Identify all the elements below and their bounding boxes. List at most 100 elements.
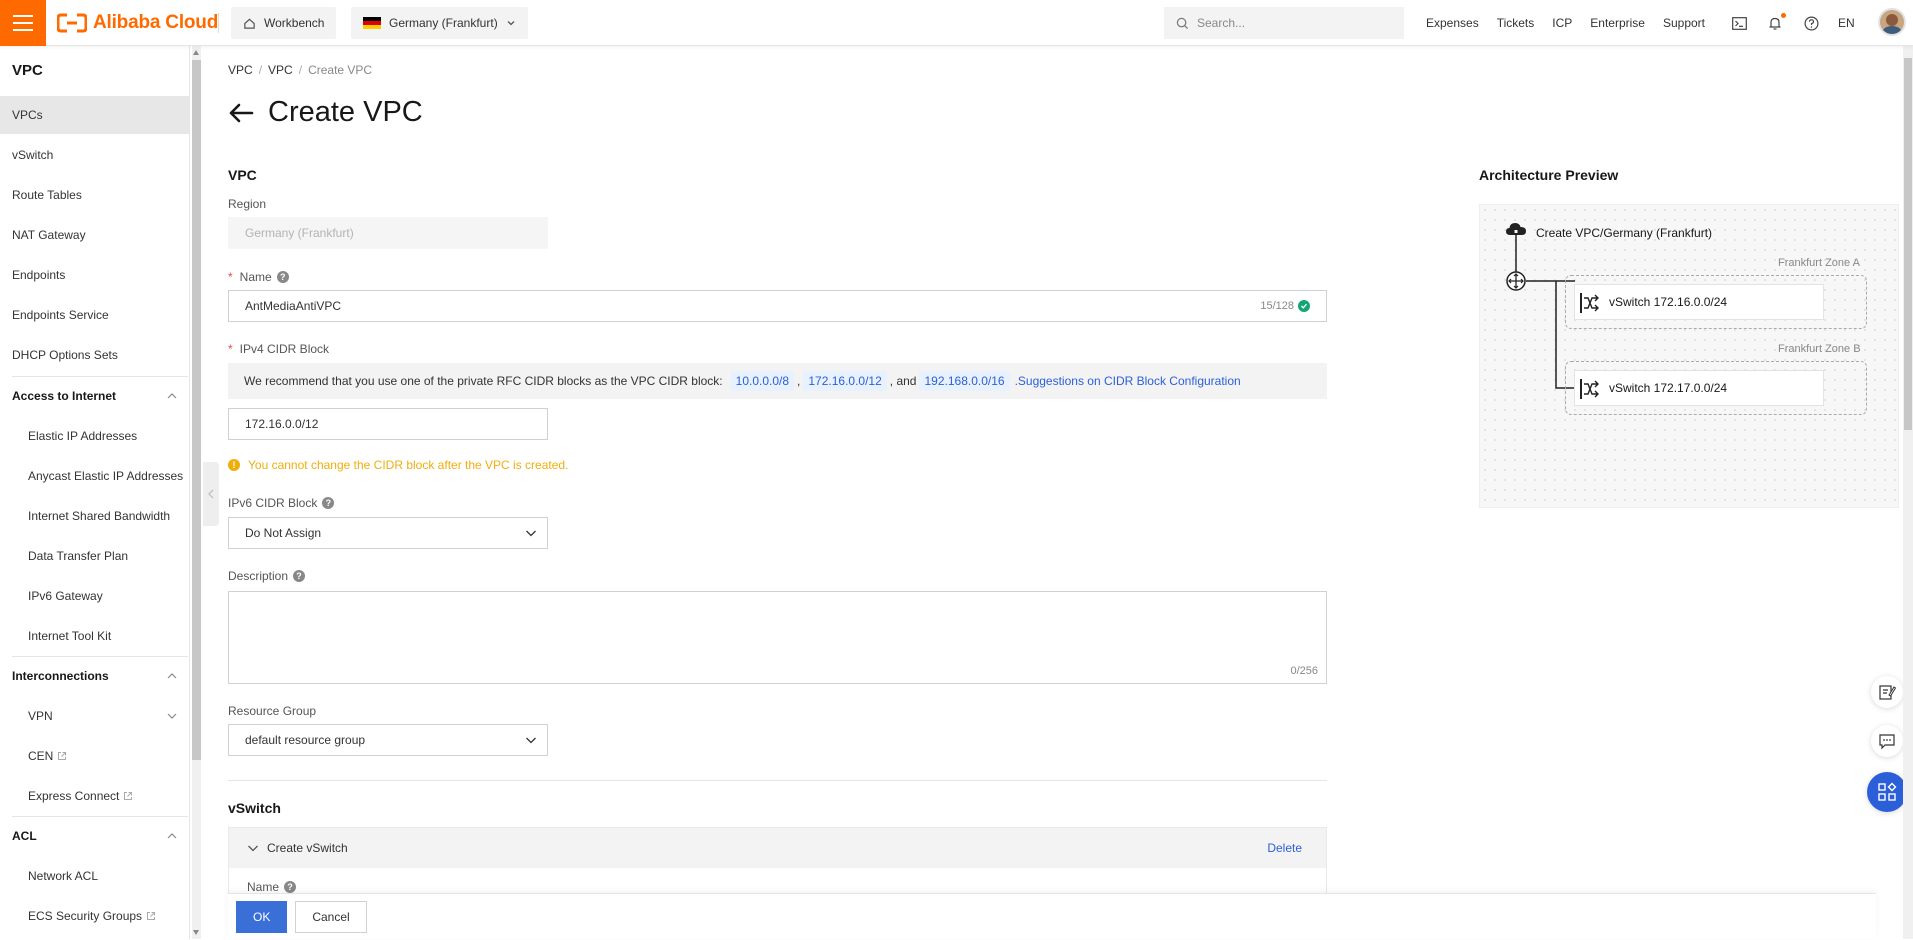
name-input[interactable]: AntMediaAntiVPC 15/128 [228, 290, 1327, 322]
scrollbar-thumb[interactable] [192, 60, 201, 760]
bell-icon[interactable] [1766, 13, 1786, 32]
ok-button[interactable]: OK [236, 900, 288, 933]
workbench-button[interactable]: Workbench [231, 7, 337, 39]
help-icon[interactable]: ? [284, 881, 297, 893]
cidr-suggestions-link[interactable]: .Suggestions on CIDR Block Configuration [1015, 374, 1241, 388]
sidebar-item-vpcs[interactable]: VPCs [0, 96, 189, 134]
ipv4-cidr-input[interactable]: 172.16.0.0/12 [228, 408, 548, 440]
help-icon[interactable]: ? [322, 497, 335, 509]
sidebar-item-vswitch[interactable]: vSwitch [0, 136, 189, 174]
resource-group-label: Resource Group [228, 704, 316, 718]
name-value: AntMediaAntiVPC [245, 299, 342, 313]
sidebar-item-ecs-security-groups[interactable]: ECS Security Groups [0, 897, 189, 935]
chevron-down-icon [526, 737, 536, 744]
scrollbar-thumb[interactable] [1904, 58, 1912, 430]
search-box[interactable] [1164, 7, 1404, 39]
vswitch-node-label: vSwitch 172.16.0.0/24 [1609, 295, 1728, 309]
search-icon [1176, 17, 1189, 29]
back-arrow-icon[interactable] [228, 102, 254, 124]
group-label: Access to Internet [12, 389, 117, 403]
name-label: * Name ? [228, 270, 289, 284]
architecture-preview-title: Architecture Preview [1479, 167, 1619, 183]
region-selector[interactable]: Germany (Frankfurt) [351, 7, 528, 39]
help-icon[interactable] [1802, 14, 1820, 32]
group-label: ACL [12, 829, 37, 843]
sidebar-item-vpn[interactable]: VPN [0, 697, 189, 735]
link-tickets[interactable]: Tickets [1497, 16, 1535, 30]
vswitch-node-a[interactable]: vSwitch 172.16.0.0/24 [1574, 284, 1824, 320]
sidebar-item-route-tables[interactable]: Route Tables [0, 176, 189, 214]
vswitch-panel-header[interactable]: Create vSwitch Delete [229, 828, 1326, 868]
sidebar-group-access-to-internet[interactable]: Access to Internet [0, 377, 189, 415]
sidebar-item-endpoints[interactable]: Endpoints [0, 256, 189, 294]
sidebar-item-internet-tool-kit[interactable]: Internet Tool Kit [0, 617, 189, 655]
link-support[interactable]: Support [1663, 16, 1705, 30]
breadcrumb-current: Create VPC [308, 63, 373, 77]
sidebar-item-data-transfer-plan[interactable]: Data Transfer Plan [0, 537, 189, 575]
description-label: Description ? [228, 569, 306, 583]
zone-b-label: Frankfurt Zone B [1778, 343, 1861, 355]
description-textarea[interactable]: 0/256 [228, 591, 1327, 684]
cidr-tag-192[interactable]: 192.168.0.0/16 [919, 371, 1010, 391]
breadcrumb-item[interactable]: VPC [268, 63, 293, 77]
sidebar-item-label: VPN [28, 709, 53, 723]
chevron-down-icon [248, 845, 258, 852]
label-text: Resource Group [228, 704, 317, 718]
terminal-icon[interactable] [1730, 14, 1748, 32]
help-icon[interactable]: ? [276, 271, 289, 283]
apps-grid-icon[interactable] [1867, 772, 1907, 812]
link-enterprise[interactable]: Enterprise [1590, 16, 1645, 30]
sidebar-item-ipv6-gateway[interactable]: IPv6 Gateway [0, 577, 189, 615]
ipv6-cidr-select[interactable]: Do Not Assign [228, 517, 548, 549]
zone-a-box: vSwitch 172.16.0.0/24 [1565, 275, 1867, 329]
sidebar-group-interconnections[interactable]: Interconnections [0, 657, 189, 695]
link-expenses[interactable]: Expenses [1426, 16, 1479, 30]
search-input[interactable] [1197, 16, 1387, 30]
external-link-icon [58, 752, 67, 760]
germany-flag-icon [363, 17, 381, 29]
scroll-up-arrow[interactable] [193, 50, 199, 55]
ipv4-cidr-label: * IPv4 CIDR Block [228, 342, 329, 356]
sidebar-group-acl[interactable]: ACL [0, 817, 189, 855]
workbench-label: Workbench [264, 16, 325, 30]
breadcrumb-item[interactable]: VPC [228, 63, 253, 77]
router-icon [1506, 271, 1526, 291]
delete-vswitch-button[interactable]: Delete [1267, 841, 1302, 855]
sidebar-scrollbar[interactable] [192, 46, 201, 939]
sidebar-item-label: CEN [28, 749, 54, 763]
vswitch-node-b[interactable]: vSwitch 172.17.0.0/24 [1574, 370, 1824, 406]
logo-text: Alibaba Cloud [93, 12, 219, 33]
scroll-down-arrow[interactable] [193, 930, 199, 935]
avatar[interactable] [1878, 8, 1906, 36]
cidr-tag-10[interactable]: 10.0.0.0/8 [730, 371, 795, 391]
page-scrollbar[interactable] [1903, 46, 1913, 939]
sidebar-item-express-connect[interactable]: Express Connect [0, 777, 189, 815]
language-switch[interactable]: EN [1838, 16, 1855, 30]
edit-notes-icon[interactable] [1871, 676, 1903, 708]
hint-comma: , [797, 374, 801, 388]
sidebar-item-shared-bandwidth[interactable]: Internet Shared Bandwidth [0, 497, 189, 535]
link-icp[interactable]: ICP [1552, 16, 1572, 30]
cidr-tag-172[interactable]: 172.16.0.0/12 [803, 371, 887, 391]
sidebar-item-anycast-eip[interactable]: Anycast Elastic IP Addresses [0, 457, 189, 495]
sidebar-item-endpoints-service[interactable]: Endpoints Service [0, 296, 189, 334]
menu-icon[interactable] [0, 0, 46, 46]
resource-group-value: default resource group [245, 733, 366, 747]
vswitch-section-heading: vSwitch [228, 800, 281, 816]
page-header: Create VPC [228, 96, 423, 129]
sidebar-title: VPC [12, 62, 43, 79]
sidebar-item-dhcp-options-sets[interactable]: DHCP Options Sets [0, 336, 189, 374]
sidebar-item-cen[interactable]: CEN [0, 737, 189, 775]
sidebar-item-elastic-ip[interactable]: Elastic IP Addresses [0, 417, 189, 455]
alibaba-cloud-logo[interactable]: Alibaba Cloud [57, 11, 218, 35]
vswitch-name-label: Name ? [247, 880, 297, 894]
sidebar-item-nat-gateway[interactable]: NAT Gateway [0, 216, 189, 254]
help-icon[interactable]: ? [293, 570, 306, 582]
cancel-button[interactable]: Cancel [295, 900, 367, 933]
logo-divider [218, 13, 219, 33]
sidebar-collapse-handle[interactable] [203, 462, 219, 526]
sidebar-item-network-acl[interactable]: Network ACL [0, 857, 189, 895]
region-value: Germany (Frankfurt) [245, 226, 354, 240]
chat-icon[interactable] [1871, 725, 1903, 757]
resource-group-select[interactable]: default resource group [228, 724, 548, 756]
